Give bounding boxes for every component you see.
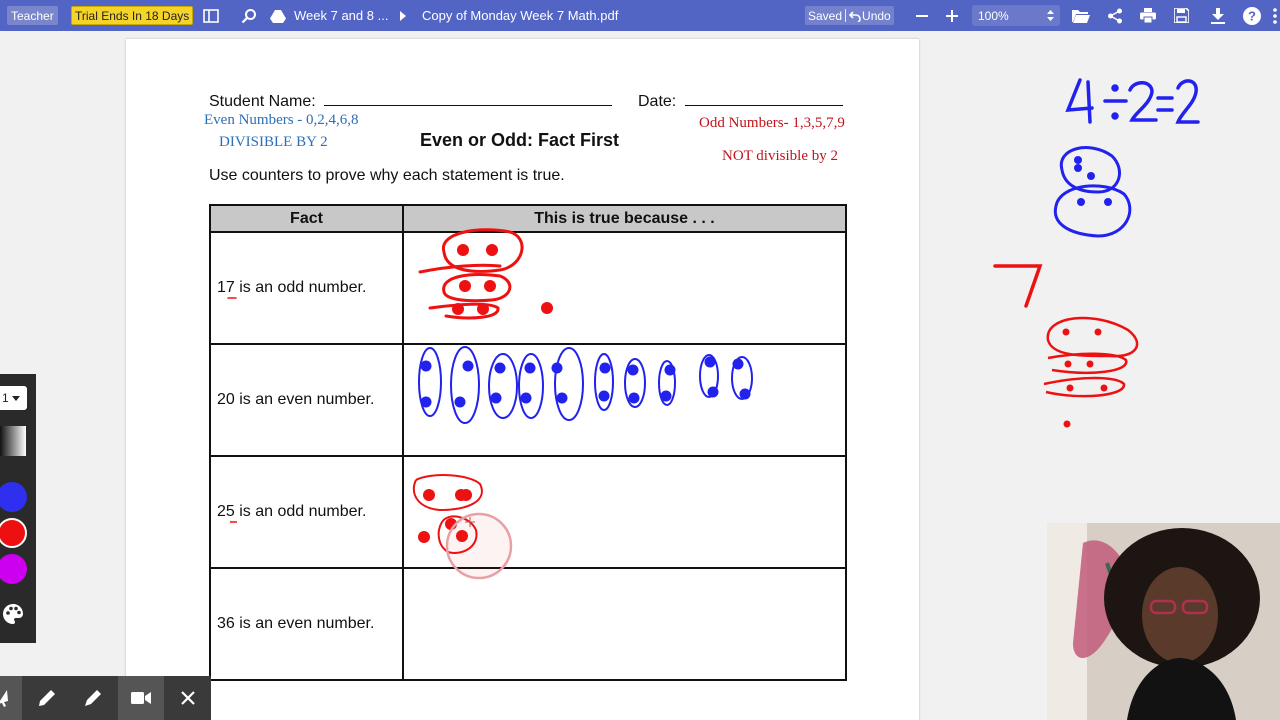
reason-cell[interactable] [402,231,847,345]
seven-ink [993,264,1043,308]
reason-cell[interactable] [402,567,847,681]
seven-groups-ink [1043,316,1139,398]
fact-cell: 20 is an even number. [209,343,404,457]
not-divisible-note: NOT divisible by 2 [722,148,838,164]
pen-size-select[interactable]: 1 [0,386,27,410]
recorder-toolbar [0,676,211,720]
odd-numbers-note: Odd Numbers- 1,3,5,7,9 [699,115,845,131]
seven-counters [1062,328,1108,428]
column-header-fact: Fact [209,204,404,233]
sidebar-toggle-icon[interactable] [200,0,222,31]
student-name-label: Student Name: [209,93,316,110]
download-icon[interactable] [1207,0,1229,31]
close-icon [181,691,195,705]
pointer-tool-button[interactable] [0,676,22,720]
instructions: Use counters to prove why each statement… [209,167,565,184]
table-header-row: Fact This is true because . . . [209,204,847,233]
highlighter-tool-button[interactable] [70,676,116,720]
folder-open-icon[interactable] [1070,0,1092,31]
blue-color-swatch[interactable] [0,482,27,512]
page-title: Even or Odd: Fact First [420,130,620,150]
updown-arrow-icon [1047,10,1054,21]
date-label: Date: [638,93,677,110]
zoom-out-button[interactable] [911,0,933,31]
top-toolbar: Teacher Trial Ends In 18 Days Week 7 and… [0,0,1280,31]
fact-table: Fact This is true because . . . 17 is an… [209,204,847,681]
reason-cell[interactable] [402,455,847,569]
presenter-video [1047,523,1280,720]
help-icon[interactable]: ? [1241,0,1263,31]
zoom-in-button[interactable] [941,0,963,31]
saved-undo-group: Saved Undo [805,6,894,25]
table-row: 36 is an even number. [209,567,847,681]
breadcrumb-folder[interactable]: Week 7 and 8 ... [294,0,388,31]
trial-badge[interactable]: Trial Ends In 18 Days [71,6,194,25]
teacher-badge[interactable]: Teacher [7,6,58,25]
zoom-value: 100% [978,8,1009,23]
column-header-reason: This is true because . . . [402,204,847,233]
close-tools-button[interactable] [165,676,211,720]
video-camera-icon [131,692,151,704]
saved-status: Saved [808,8,843,23]
pen-tool-button[interactable] [24,676,70,720]
zoom-select[interactable]: 100% [972,5,1060,26]
divisible-note: DIVISIBLE BY 2 [219,134,328,150]
table-row: 17 is an odd number. [209,231,847,345]
drawing-tools-panel: 1 [0,374,36,643]
palette-icon[interactable] [1,602,25,626]
save-icon[interactable] [1170,0,1192,31]
table-row: 25 is an odd number. [209,455,847,569]
camera-toggle-button[interactable] [118,676,164,720]
purple-color-swatch[interactable] [0,554,27,584]
undo-icon[interactable] [849,10,861,22]
webcam-feed [1047,523,1280,720]
search-icon[interactable] [238,0,260,31]
chevron-down-icon [11,395,20,401]
pen-size-value: 1 [2,391,9,405]
breadcrumb-file[interactable]: Copy of Monday Week 7 Math.pdf [422,0,618,31]
highlighter-icon [85,690,101,706]
reason-cell[interactable] [402,343,847,457]
fact-cell: 17 is an odd number. [209,231,404,345]
svg-text:?: ? [1248,8,1256,23]
pairs-ink [1053,146,1132,238]
red-color-swatch[interactable] [0,518,27,548]
table-row: 20 is an even number. [209,343,847,457]
undo-button[interactable]: Undo [862,9,891,23]
date-line: Date: [638,92,843,111]
print-icon[interactable] [1137,0,1159,31]
pen-icon [39,690,55,706]
opacity-slider[interactable] [0,426,26,456]
fact-cell: 36 is an even number. [209,567,404,681]
student-name-line: Student Name: [209,92,613,111]
drive-icon [267,0,289,31]
even-numbers-note: Even Numbers - 0,2,4,6,8 [204,112,359,128]
cursor-icon [0,690,8,707]
divider [845,9,847,22]
student-name-blank [324,92,613,106]
more-icon[interactable] [1264,0,1280,31]
equation-ink [1065,78,1200,124]
fact-cell: 25 is an odd number. [209,455,404,569]
share-icon[interactable] [1104,0,1126,31]
pairs-counters [1074,156,1112,206]
chevron-right-icon [392,0,414,31]
pdf-page[interactable]: Student Name: Date: Even Numbers - 0,2,4… [126,39,919,720]
date-blank [684,92,843,106]
